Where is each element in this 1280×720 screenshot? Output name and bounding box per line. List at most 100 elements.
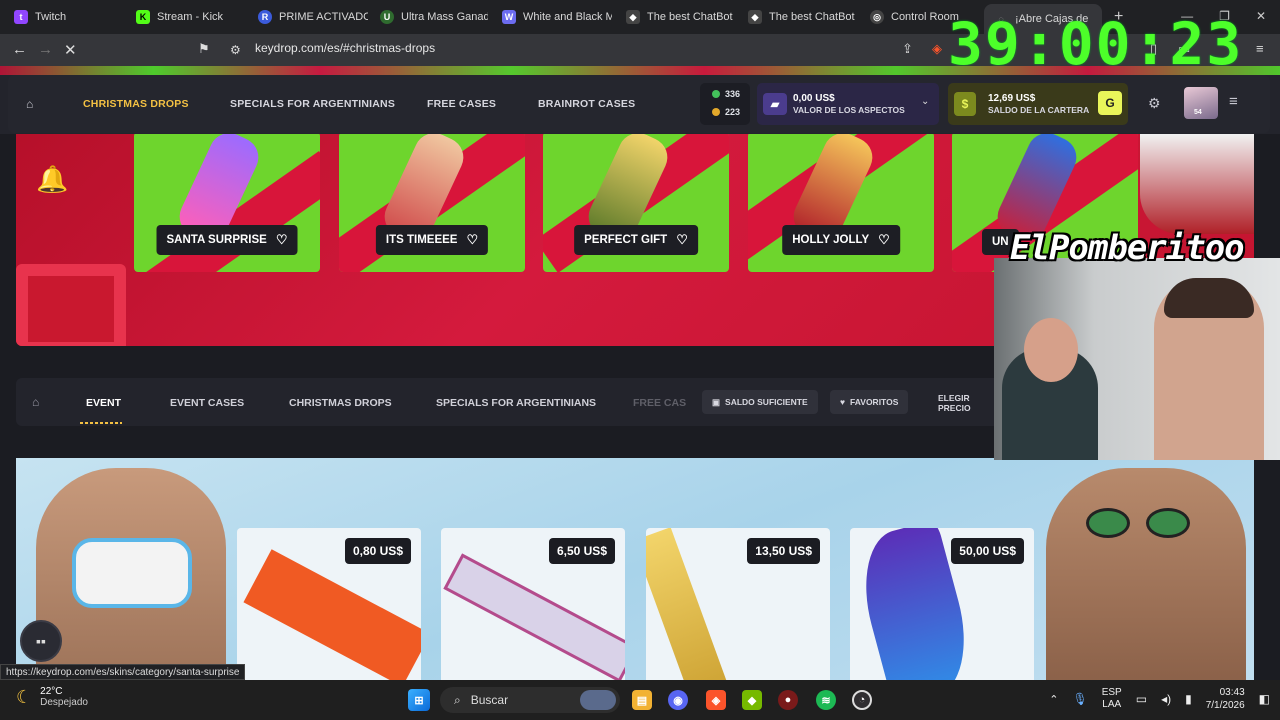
- chat-button[interactable]: ▪▪: [20, 620, 62, 662]
- tab-kick[interactable]: K Stream - Kick: [136, 6, 244, 28]
- menu-icon[interactable]: ≡: [1256, 41, 1264, 56]
- taskbar: ☾ 22°C Despejado ⊞ ⌕ Buscar ▤ ◉ ◈ ◆ ● ≋ …: [0, 680, 1280, 720]
- heart-icon[interactable]: ♡: [276, 232, 288, 248]
- coin-balance[interactable]: 336 223: [700, 83, 750, 125]
- heart-icon[interactable]: ♡: [676, 232, 688, 248]
- windows-start-icon[interactable]: ⊞: [408, 689, 430, 711]
- category-nav: ⌂ EVENT EVENT CASES CHRISTMAS DROPS SPEC…: [16, 378, 1016, 426]
- back-icon[interactable]: ←: [12, 41, 27, 58]
- wallet-filter-icon: ▣: [712, 396, 721, 407]
- obs-icon[interactable]: ◔: [852, 690, 872, 710]
- app-icon[interactable]: ●: [778, 690, 798, 710]
- brave-shield-icon[interactable]: ◈: [932, 41, 942, 57]
- tab-event[interactable]: EVENT: [86, 397, 121, 409]
- tab-white-black[interactable]: W White and Black M: [502, 6, 612, 28]
- nvidia-icon[interactable]: ◆: [742, 690, 762, 710]
- skin-name: SANTA SURPRISE: [166, 234, 267, 246]
- forward-icon[interactable]: →: [38, 41, 53, 58]
- sufficient-balance-filter[interactable]: ▣ SALDO SUFICIENTE: [702, 390, 818, 414]
- streamer-name: ElPomberitoo: [1010, 228, 1245, 268]
- tab-specials-argentinians[interactable]: SPECIALS FOR ARGENTINIANS: [436, 397, 596, 409]
- settings-gear-icon[interactable]: ⚙: [1148, 95, 1161, 112]
- home-icon[interactable]: ⌂: [26, 97, 33, 111]
- favorites-filter[interactable]: ♥ FAVORITOS: [830, 390, 909, 414]
- time: 03:43: [1219, 687, 1245, 698]
- case-card[interactable]: 13,50 US$: [646, 528, 830, 680]
- site-info-icon[interactable]: ⚙: [230, 43, 241, 57]
- close-window-icon[interactable]: ✕: [1256, 9, 1266, 23]
- weapon-image: [646, 528, 739, 680]
- battery-icon[interactable]: ▮: [1185, 692, 1192, 706]
- discord-icon[interactable]: ◉: [668, 690, 688, 710]
- tab-label: PRIME ACTIVADO: [279, 11, 368, 23]
- skins-value-box[interactable]: ▰ 0,00 US$ VALOR DE LOS ASPECTOS ⌄: [757, 83, 939, 125]
- language-switch[interactable]: ESP LAA: [1102, 687, 1122, 711]
- system-tray: ⌃ 🎙 ESP LAA ▭ ◂) ▮ 03:43 7/1/2026 ◧: [1049, 686, 1270, 712]
- webcam-overlay: [994, 258, 1280, 460]
- tab-prime[interactable]: R PRIME ACTIVADO: [258, 6, 368, 28]
- skin-name: HOLLY JOLLY: [792, 234, 870, 246]
- hamburger-menu-icon[interactable]: ≡: [1229, 93, 1238, 110]
- brave-icon[interactable]: ◈: [706, 690, 726, 710]
- nav-free-cases[interactable]: FREE CASES: [427, 98, 496, 110]
- character-right: [1046, 468, 1246, 680]
- nav-specials-argentinians[interactable]: SPECIALS FOR ARGENTINIANS: [230, 98, 395, 110]
- heart-icon[interactable]: ♡: [878, 232, 890, 248]
- widgets-icon[interactable]: [580, 690, 616, 710]
- white-black-icon: W: [502, 10, 516, 24]
- skins-label: VALOR DE LOS ASPECTOS: [793, 105, 905, 115]
- notifications-icon[interactable]: ◧: [1259, 692, 1270, 706]
- tab-event-cases[interactable]: EVENT CASES: [170, 397, 244, 409]
- case-card[interactable]: 50,00 US$: [850, 528, 1034, 680]
- tab-ultra-mass[interactable]: U Ultra Mass Ganad: [380, 6, 488, 28]
- nav-christmas-drops[interactable]: CHRISTMAS DROPS: [83, 98, 189, 110]
- tab-twitch[interactable]: t Twitch: [14, 6, 124, 28]
- microphone-icon[interactable]: 🎙: [1072, 692, 1087, 706]
- event-cases-section: 0,80 US$ 6,50 US$ 13,50 US$ 50,00 US$: [16, 458, 1254, 680]
- gold-coin-icon: [712, 108, 720, 116]
- tab-free-cases[interactable]: FREE CAS: [633, 397, 686, 409]
- case-card[interactable]: 6,50 US$: [441, 528, 625, 680]
- nav-brainrot-cases[interactable]: BRAINROT CASES: [538, 98, 635, 110]
- deposit-icon[interactable]: G: [1098, 91, 1122, 115]
- avatar[interactable]: 54: [1184, 87, 1218, 119]
- santa-decoration: [1140, 134, 1254, 234]
- lang-code: ESP: [1101, 687, 1122, 698]
- stop-loading-icon[interactable]: ✕: [64, 41, 77, 59]
- kick-icon: K: [136, 10, 150, 24]
- chevron-up-icon[interactable]: ⌃: [1049, 693, 1058, 706]
- skin-card[interactable]: SANTA SURPRISE ♡: [134, 134, 320, 272]
- gun-icon: ▰: [763, 93, 787, 115]
- file-explorer-icon[interactable]: ▤: [632, 690, 652, 710]
- tab-christmas-drops[interactable]: CHRISTMAS DROPS: [289, 397, 392, 409]
- network-icon[interactable]: ▭: [1136, 692, 1147, 706]
- skin-card[interactable]: HOLLY JOLLY ♡: [748, 134, 934, 272]
- volume-icon[interactable]: ◂): [1161, 692, 1171, 706]
- choose-price-filter[interactable]: ELEGIR PRECIO: [938, 393, 978, 413]
- tab-chatbot-2[interactable]: ◆ The best ChatBot: [748, 6, 858, 28]
- case-price: 50,00 US$: [951, 538, 1024, 564]
- spotify-icon[interactable]: ≋: [816, 690, 836, 710]
- wallet-value: 12,69 US$: [988, 93, 1036, 104]
- pill-label: FAVORITOS: [850, 397, 899, 407]
- streamer-right: [1154, 278, 1264, 460]
- bookmark-icon[interactable]: ⚑: [198, 41, 210, 57]
- share-icon[interactable]: ⇪: [902, 41, 913, 57]
- url-field[interactable]: keydrop.com/es/#christmas-drops: [255, 41, 435, 55]
- wallet-box[interactable]: $ 12,69 US$ SALDO DE LA CARTERA G: [948, 83, 1128, 125]
- tab-label: The best ChatBot: [769, 11, 855, 23]
- heart-icon[interactable]: ♡: [466, 232, 478, 248]
- layout-code: LAA: [1102, 699, 1122, 710]
- skin-card[interactable]: ITS TIMEEEE ♡: [339, 134, 525, 272]
- wallet-label: SALDO DE LA CARTERA: [988, 105, 1090, 115]
- status-url: https://keydrop.com/es/skins/category/sa…: [0, 664, 246, 680]
- clock[interactable]: 03:43 7/1/2026: [1206, 686, 1245, 712]
- tab-chatbot-1[interactable]: ◆ The best ChatBot: [626, 6, 736, 28]
- temperature: 22°C: [40, 686, 63, 697]
- skin-card[interactable]: PERFECT GIFT ♡: [543, 134, 729, 272]
- case-card[interactable]: 0,80 US$: [237, 528, 421, 680]
- home-icon[interactable]: ⌂: [32, 395, 39, 409]
- weather-widget[interactable]: ☾ 22°C Despejado: [16, 686, 88, 708]
- skins-value: 0,00 US$: [793, 93, 835, 104]
- case-price: 13,50 US$: [747, 538, 820, 564]
